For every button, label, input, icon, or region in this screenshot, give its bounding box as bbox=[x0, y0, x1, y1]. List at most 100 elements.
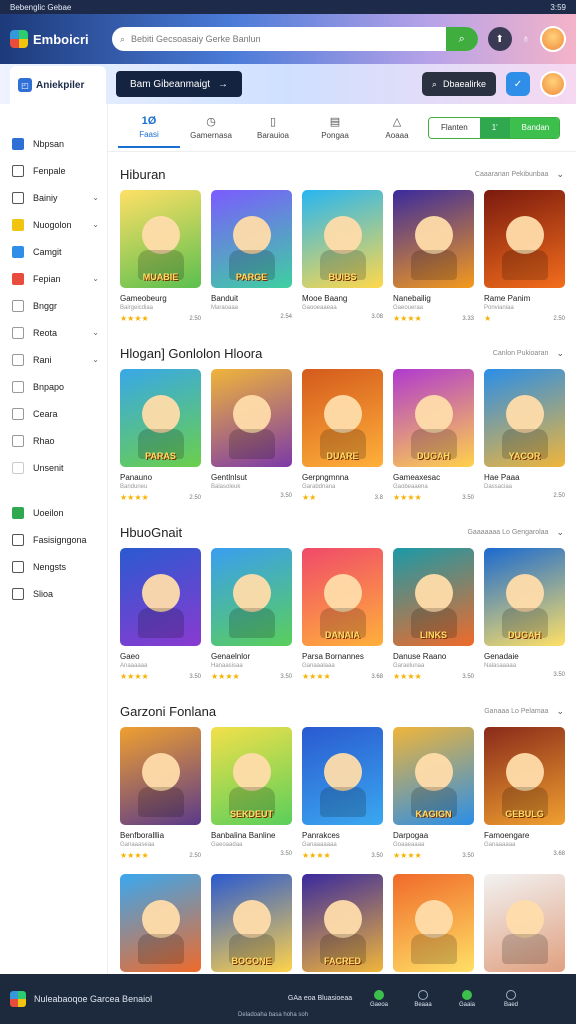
game-card[interactable]: FACRED bbox=[302, 874, 383, 972]
game-card[interactable]: DUGAH Gameaxesac Gaobeaaena ★★★★ 3.50 bbox=[393, 369, 474, 502]
game-card[interactable]: Benfboralllia Ganaaaseaa ★★★★ 2.50 bbox=[120, 727, 201, 860]
filter-option-2[interactable]: 1' bbox=[479, 117, 510, 138]
game-name: Gerpngmnna bbox=[302, 473, 349, 482]
game-thumbnail[interactable]: KAGIGN bbox=[393, 727, 474, 825]
tab-4[interactable]: ▤ Pongaa bbox=[304, 108, 366, 148]
game-thumbnail[interactable] bbox=[120, 727, 201, 825]
sidebar-item[interactable]: Bainiy ⌄ bbox=[0, 184, 107, 211]
game-card[interactable]: DANAIA Parsa Bornannes Ganaaalaaa ★★★★ 3.68 bbox=[302, 548, 383, 681]
sidebar-item[interactable]: Nengsts bbox=[0, 553, 107, 580]
sidebar-item[interactable]: Bnpapo bbox=[0, 373, 107, 400]
game-card[interactable]: SEKDEUT Banbalina Banline Gaeoaadaa 3.50 bbox=[211, 727, 292, 860]
game-card[interactable]: BOGONE bbox=[211, 874, 292, 972]
game-thumbnail[interactable]: PARAS bbox=[120, 369, 201, 467]
footer-nav-item[interactable]: Gaaia bbox=[448, 990, 486, 1008]
footer-nav-item[interactable]: Gaeoa bbox=[360, 990, 398, 1008]
search-input[interactable]: Bebiti Gecsoasaiy Gerke Banlun bbox=[131, 34, 261, 44]
chevron-down-icon[interactable]: ⌄ bbox=[556, 348, 564, 359]
game-card[interactable]: Panrakces Ganaaaaaaa ★★★★ 3.50 bbox=[302, 727, 383, 860]
game-thumbnail[interactable]: DUGAH bbox=[393, 369, 474, 467]
tab-3[interactable]: ▯ Barauioa bbox=[242, 108, 304, 148]
bell-icon[interactable]: ♁ bbox=[522, 33, 530, 45]
game-thumbnail[interactable] bbox=[211, 548, 292, 646]
game-card[interactable] bbox=[484, 874, 565, 972]
sidebar-item[interactable]: Nbpsan bbox=[0, 130, 107, 157]
section-more-link[interactable]: Gaaaaaaa Lo Gengarolaa bbox=[467, 529, 548, 536]
tab-2[interactable]: ◷ Gamernasa bbox=[180, 108, 242, 148]
profile-avatar[interactable] bbox=[540, 71, 566, 97]
sidebar-item[interactable]: Camgit bbox=[0, 238, 107, 265]
game-card[interactable]: MUABIE Gameobeurg Bairgeicdiaa ★★★★ 2.50 bbox=[120, 190, 201, 323]
game-thumbnail[interactable]: PARGE bbox=[211, 190, 292, 288]
brand-tab[interactable]: ◰ Aniekpiler bbox=[10, 66, 106, 104]
game-thumbnail[interactable]: BUIBS bbox=[302, 190, 383, 288]
footer-nav-item[interactable]: Beaaa bbox=[404, 990, 442, 1008]
sidebar-item[interactable]: Unsenit bbox=[0, 454, 107, 481]
tab-5[interactable]: △ Aoaaa bbox=[366, 108, 428, 148]
game-thumbnail[interactable]: MUABIE bbox=[120, 190, 201, 288]
chevron-down-icon[interactable]: ⌄ bbox=[556, 527, 564, 538]
footer-nav-item[interactable]: Baed bbox=[492, 990, 530, 1008]
game-card[interactable]: Rame Panim Ponvianiaa ★ 2.50 bbox=[484, 190, 565, 323]
sidebar-item[interactable]: Slioa bbox=[0, 580, 107, 607]
game-card[interactable]: BUIBS Mooe Baang Gaooeaaeaa 3.08 bbox=[302, 190, 383, 323]
search-bar[interactable]: ⌕ Bebiti Gecsoasaiy Gerke Banlun ⌕ bbox=[112, 27, 478, 51]
game-thumbnail[interactable]: DUARE bbox=[302, 369, 383, 467]
sidebar-item[interactable]: Rani ⌄ bbox=[0, 346, 107, 373]
sidebar-item[interactable]: Uoeilon bbox=[0, 499, 107, 526]
game-thumbnail[interactable] bbox=[120, 874, 201, 972]
sidebar-item[interactable]: Rhao bbox=[0, 427, 107, 454]
game-thumbnail[interactable] bbox=[393, 874, 474, 972]
sidebar-item[interactable]: Ceara bbox=[0, 400, 107, 427]
game-card[interactable]: KAGIGN Darpogaa Goaaeaaaa ★★★★ 3.50 bbox=[393, 727, 474, 860]
game-thumbnail[interactable]: DUGAH bbox=[484, 548, 565, 646]
sidebar-item[interactable]: Nuogolon ⌄ bbox=[0, 211, 107, 238]
game-card[interactable]: YACOR Hae Paaa Dassaciaa 2.50 bbox=[484, 369, 565, 502]
game-thumbnail[interactable] bbox=[302, 727, 383, 825]
game-card[interactable] bbox=[393, 874, 474, 972]
filter-option-3[interactable]: Bandan bbox=[509, 117, 559, 138]
game-thumbnail[interactable] bbox=[120, 548, 201, 646]
game-card[interactable]: DUGAH Genadaie Nalasaaaaa 3.50 bbox=[484, 548, 565, 681]
promo-button[interactable]: Bam Gibeanmaigt → bbox=[116, 71, 243, 97]
game-card[interactable]: Genaelnlor Hanaasisaa ★★★★ 3.50 bbox=[211, 548, 292, 681]
game-card[interactable]: LINKS Danuse Raano Garaelunaa ★★★★ 3.50 bbox=[393, 548, 474, 681]
game-thumbnail[interactable] bbox=[393, 190, 474, 288]
game-thumbnail[interactable]: FACRED bbox=[302, 874, 383, 972]
filter-option-1[interactable]: Flanten bbox=[429, 117, 480, 138]
sidebar-item[interactable]: Bnggr bbox=[0, 292, 107, 319]
secondary-search-button[interactable]: ⌕ Dbaealirke bbox=[421, 72, 496, 96]
user-avatar[interactable] bbox=[540, 26, 566, 52]
game-thumbnail[interactable] bbox=[484, 190, 565, 288]
tab-1[interactable]: 1Ø Faasi bbox=[118, 108, 180, 148]
game-card[interactable]: Gentlnlsut Balasoleuk 3.50 bbox=[211, 369, 292, 502]
game-card[interactable]: PARGE Banduit Maraoaaa 2.54 bbox=[211, 190, 292, 323]
section-more-link[interactable]: Canlon Pukioaran bbox=[493, 350, 549, 357]
app-logo[interactable]: Emboicri bbox=[10, 30, 102, 48]
chevron-down-icon[interactable]: ⌄ bbox=[556, 706, 564, 717]
game-thumbnail[interactable]: SEKDEUT bbox=[211, 727, 292, 825]
sidebar-item[interactable]: Fepian ⌄ bbox=[0, 265, 107, 292]
sidebar-item[interactable]: Fenpale bbox=[0, 157, 107, 184]
game-thumbnail[interactable]: DANAIA bbox=[302, 548, 383, 646]
game-thumbnail[interactable]: GEBULG bbox=[484, 727, 565, 825]
game-thumbnail[interactable]: YACOR bbox=[484, 369, 565, 467]
game-card[interactable]: GEBULG Famoengare Ganaaaaaa 3.68 bbox=[484, 727, 565, 860]
section-more-link[interactable]: Ganaaa Lo Pelamaa bbox=[484, 708, 548, 715]
game-thumbnail[interactable]: BOGONE bbox=[211, 874, 292, 972]
game-thumbnail[interactable] bbox=[211, 369, 292, 467]
section-more-link[interactable]: Caaaranan Pekibunbaa bbox=[475, 171, 549, 178]
game-card[interactable]: Gaeo Anaaaaaa ★★★★ 3.50 bbox=[120, 548, 201, 681]
upload-icon[interactable]: ⬆ bbox=[487, 27, 512, 51]
check-icon[interactable]: ✓ bbox=[506, 72, 530, 96]
search-submit-button[interactable]: ⌕ bbox=[445, 27, 478, 51]
game-card[interactable]: DUARE Gerpngmnna Garabdnana ★★ 3.8 bbox=[302, 369, 383, 502]
chevron-down-icon[interactable]: ⌄ bbox=[556, 169, 564, 180]
game-card[interactable]: PARAS Panauno Banduneu ★★★★ 2.50 bbox=[120, 369, 201, 502]
game-thumbnail[interactable] bbox=[484, 874, 565, 972]
game-card[interactable]: Nanebailig Gaeoueraa ★★★★ 3.33 bbox=[393, 190, 474, 323]
game-card[interactable] bbox=[120, 874, 201, 972]
game-thumbnail[interactable]: LINKS bbox=[393, 548, 474, 646]
sidebar-item[interactable]: Reota ⌄ bbox=[0, 319, 107, 346]
sidebar-item[interactable]: Fasisigngona bbox=[0, 526, 107, 553]
